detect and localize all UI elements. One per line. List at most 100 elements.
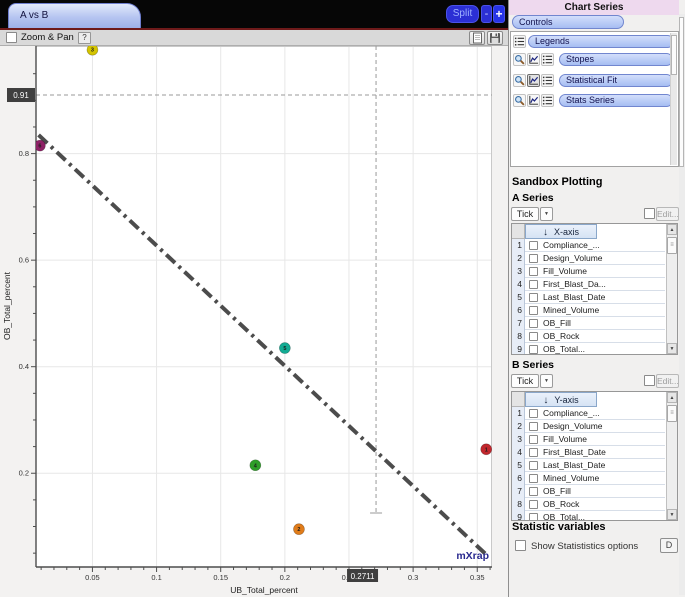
row-checkbox[interactable] <box>529 319 538 328</box>
row-number: 1 <box>512 239 525 252</box>
copy-button[interactable] <box>469 31 485 45</box>
series-button-stopes[interactable]: Stopes <box>559 53 673 66</box>
save-button[interactable] <box>487 31 503 45</box>
series-button-statistical-fit[interactable]: Statistical Fit <box>559 74 673 87</box>
table-scrollbar[interactable]: ▲ ≡ ▼ <box>666 392 677 520</box>
scrollbar-thumb[interactable]: ≡ <box>667 405 677 422</box>
table-row[interactable]: 1Compliance_... <box>512 407 665 420</box>
row-number: 7 <box>512 317 525 330</box>
row-checkbox[interactable] <box>529 448 538 457</box>
scroll-down-icon[interactable]: ▼ <box>667 343 677 354</box>
table-row[interactable]: 5Last_Blast_Date <box>512 291 665 304</box>
split-button[interactable]: Split <box>446 5 479 23</box>
row-checkbox[interactable] <box>529 409 538 418</box>
a-tick-button[interactable]: Tick <box>511 207 539 221</box>
row-label: Last_Blast_Date <box>543 459 663 472</box>
table-row[interactable]: 4First_Blast_Date <box>512 446 665 459</box>
b-edit-button[interactable]: Edit... <box>656 374 679 388</box>
a-tick-dropdown-icon[interactable]: ▼ <box>540 207 553 221</box>
row-checkbox[interactable] <box>529 422 538 431</box>
zoom-pan-label: Zoom & Pan <box>21 32 74 43</box>
b-tick-button[interactable]: Tick <box>511 374 539 388</box>
row-number: 8 <box>512 498 525 511</box>
row-checkbox[interactable] <box>529 241 538 250</box>
row-label: Design_Volume <box>543 420 663 433</box>
table-row[interactable]: 9OB_Total... <box>512 511 665 520</box>
a-series-checkbox[interactable] <box>644 208 655 219</box>
d-button[interactable]: D <box>660 538 678 553</box>
table-row[interactable]: 2Design_Volume <box>512 252 665 265</box>
chart-icon[interactable] <box>527 74 540 87</box>
scatter-plot-svg: 0.050.10.150.20.250.30.350.20.40.60.8UB_… <box>0 46 508 597</box>
list-icon[interactable] <box>541 74 554 87</box>
chart-icon[interactable] <box>527 53 540 66</box>
show-statistics-checkbox[interactable] <box>515 540 526 551</box>
b-series-checkbox[interactable] <box>644 375 655 386</box>
table-row[interactable]: 8OB_Rock <box>512 330 665 343</box>
row-checkbox[interactable] <box>529 254 538 263</box>
tab-a-vs-b[interactable]: A vs B <box>8 3 141 28</box>
scroll-down-icon[interactable]: ▼ <box>667 509 677 520</box>
table-row[interactable]: 6Mined_Volume <box>512 304 665 317</box>
scrollbar-thumb[interactable] <box>679 17 684 167</box>
help-button[interactable]: ? <box>78 32 91 44</box>
b-tick-dropdown-icon[interactable]: ▼ <box>540 374 553 388</box>
table-row[interactable]: 5Last_Blast_Date <box>512 459 665 472</box>
table-scrollbar[interactable]: ▲ ≡ ▼ <box>666 224 677 354</box>
list-icon[interactable] <box>541 94 554 107</box>
list-icon[interactable] <box>541 53 554 66</box>
series-button-legends[interactable]: Legends <box>528 35 674 48</box>
zoom-icon[interactable] <box>513 53 526 66</box>
scatter-chart[interactable]: 0.050.10.150.20.250.30.350.20.40.60.8UB_… <box>0 46 508 597</box>
group-scrollbar[interactable] <box>670 33 677 165</box>
zoom-pan-checkbox[interactable] <box>6 32 17 43</box>
table-row[interactable]: 9OB_Total... <box>512 343 665 354</box>
row-checkbox[interactable] <box>529 435 538 444</box>
panel-scrollbar[interactable] <box>679 14 685 595</box>
table-row[interactable]: 7OB_Fill <box>512 485 665 498</box>
table-row[interactable]: 6Mined_Volume <box>512 472 665 485</box>
controls-button[interactable]: Controls <box>512 15 624 29</box>
row-checkbox[interactable] <box>529 461 538 470</box>
row-number: 3 <box>512 433 525 446</box>
row-checkbox[interactable] <box>529 332 538 341</box>
crosshair-x-value: 0.2711 <box>347 569 378 582</box>
table-row[interactable]: 7OB_Fill <box>512 317 665 330</box>
table-row[interactable]: 3Fill_Volume <box>512 265 665 278</box>
a-series-table: ↓X-axis1Compliance_...2Design_Volume3Fil… <box>511 223 678 355</box>
row-number: 5 <box>512 291 525 304</box>
row-checkbox[interactable] <box>529 474 538 483</box>
series-button-stats-series[interactable]: Stats Series <box>559 94 673 107</box>
scroll-up-icon[interactable]: ▲ <box>667 224 677 235</box>
table-row[interactable]: 2Design_Volume <box>512 420 665 433</box>
axis-column-header[interactable]: ↓Y-axis <box>525 392 597 407</box>
scrollbar-thumb[interactable]: ≡ <box>667 237 677 254</box>
maximize-button[interactable]: + <box>493 5 505 23</box>
table-row[interactable]: 1Compliance_... <box>512 239 665 252</box>
chart-series-panel: Chart Series Controls LegendsStopesStati… <box>508 0 685 597</box>
table-row[interactable]: 4First_Blast_Da... <box>512 278 665 291</box>
row-checkbox[interactable] <box>529 293 538 302</box>
scrollbar-thumb[interactable] <box>671 35 677 75</box>
scroll-up-icon[interactable]: ▲ <box>667 392 677 403</box>
row-checkbox[interactable] <box>529 487 538 496</box>
axis-column-header[interactable]: ↓X-axis <box>525 224 597 239</box>
a-edit-button[interactable]: Edit... <box>656 207 679 221</box>
table-row[interactable]: 3Fill_Volume <box>512 433 665 446</box>
svg-text:0.4: 0.4 <box>19 362 29 371</box>
row-checkbox[interactable] <box>529 500 538 509</box>
chart-icon[interactable] <box>527 94 540 107</box>
row-checkbox[interactable] <box>529 267 538 276</box>
minimize-button[interactable]: - <box>481 5 492 23</box>
zoom-icon[interactable] <box>513 94 526 107</box>
table-corner-cell <box>512 224 525 239</box>
zoom-icon[interactable] <box>513 74 526 87</box>
list-icon[interactable] <box>513 35 526 48</box>
row-checkbox[interactable] <box>529 280 538 289</box>
table-row[interactable]: 8OB_Rock <box>512 498 665 511</box>
row-checkbox[interactable] <box>529 345 538 354</box>
plot-toolbar: Zoom & Pan ? <box>0 30 508 46</box>
row-checkbox[interactable] <box>529 306 538 315</box>
table-rows: 1Compliance_...2Design_Volume3Fill_Volum… <box>512 239 665 354</box>
row-checkbox[interactable] <box>529 513 538 520</box>
